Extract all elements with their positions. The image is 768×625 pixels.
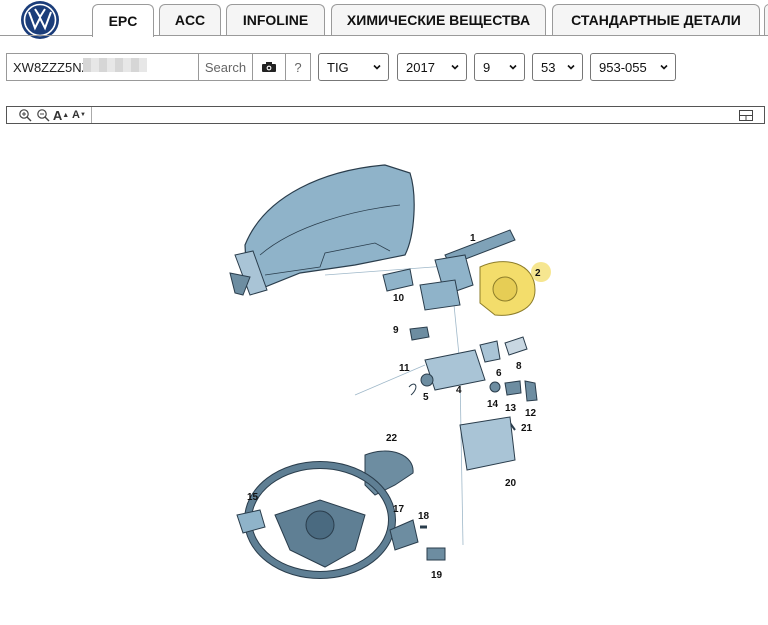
callout-20[interactable]: 20: [505, 478, 517, 489]
zoom-out-icon: [37, 109, 50, 122]
zoom-in-icon: [19, 109, 32, 122]
callout-21[interactable]: 21: [521, 423, 533, 434]
callout-17[interactable]: 17: [393, 504, 405, 515]
font-smaller-label: A: [72, 109, 80, 121]
callout-5[interactable]: 5: [423, 392, 429, 403]
model-select-value: TIG: [327, 59, 349, 75]
callout-10[interactable]: 10: [393, 293, 405, 304]
volkswagen-logo-icon[interactable]: [21, 1, 59, 39]
chevron-down-icon: [567, 64, 575, 70]
search-button[interactable]: Search: [198, 53, 253, 81]
zoom-out-button[interactable]: [35, 108, 51, 122]
chevron-down-icon: [509, 64, 517, 70]
font-smaller-button[interactable]: A ▼: [71, 108, 87, 122]
callout-4[interactable]: 4: [456, 385, 462, 396]
callout-19[interactable]: 19: [431, 570, 443, 581]
camera-icon: [262, 62, 276, 72]
tab-standard-parts[interactable]: СТАНДАРТНЫЕ ДЕТАЛИ: [552, 4, 760, 35]
toolbar-separator: [91, 107, 92, 123]
main-group-select-value: 9: [483, 59, 491, 75]
sub-group-select-value: 53: [541, 59, 556, 75]
callout-15[interactable]: 15: [247, 492, 259, 503]
steering-wheel: [244, 461, 396, 579]
parts-illustration: 1 2 4 5 6 8 9 10 11 12 13 14 15 17 18 19…: [205, 155, 575, 595]
tab-epc[interactable]: EPC: [92, 4, 154, 37]
illustration-select[interactable]: 953-055: [590, 53, 676, 81]
layout-toggle-button[interactable]: [738, 108, 754, 122]
callout-12[interactable]: 12: [525, 408, 537, 419]
font-larger-label: A: [52, 107, 63, 123]
callout-22[interactable]: 22: [386, 433, 398, 444]
chevron-down-icon: [373, 64, 381, 70]
tab-overflow[interactable]: [764, 4, 768, 35]
callout-9[interactable]: 9: [393, 325, 399, 336]
callout-8[interactable]: 8: [516, 361, 522, 372]
diagram-toolbar: A ▲ A ▼: [6, 106, 765, 124]
vehicle-filter-row: Search ? TIG 2017 9 53 953-055: [0, 52, 768, 82]
sub-group-select[interactable]: 53: [532, 53, 583, 81]
callout-18[interactable]: 18: [418, 511, 430, 522]
callout-11[interactable]: 11: [399, 363, 410, 374]
model-select[interactable]: TIG: [318, 53, 389, 81]
tab-infoline[interactable]: INFOLINE: [226, 4, 325, 35]
chevron-down-icon: [451, 64, 459, 70]
help-button[interactable]: ?: [285, 53, 311, 81]
callout-14[interactable]: 14: [487, 399, 499, 410]
main-group-select[interactable]: 9: [474, 53, 525, 81]
camera-button[interactable]: [252, 53, 286, 81]
illustration-select-value: 953-055: [599, 59, 647, 75]
callout-2[interactable]: 2: [535, 268, 541, 279]
tab-acc[interactable]: ACC: [159, 4, 221, 35]
dashboard-panel: [244, 164, 415, 288]
tab-chemicals[interactable]: ХИМИЧЕСКИЕ ВЕЩЕСТВА: [331, 4, 546, 35]
chevron-down-icon: [660, 64, 668, 70]
steering-trim-part-22: [364, 450, 414, 496]
zoom-in-button[interactable]: [17, 108, 33, 122]
callout-6[interactable]: 6: [496, 368, 502, 379]
steering-column-exploded-view: 1 2 4 5 6 8 9 10 11 12 13 14 15 17 18 19…: [229, 164, 551, 581]
year-select-value: 2017: [406, 59, 435, 75]
vin-redacted-mask: [83, 58, 147, 72]
year-select[interactable]: 2017: [397, 53, 467, 81]
font-larger-button[interactable]: A ▲: [52, 107, 69, 123]
clock-spring-part-2: [479, 261, 536, 316]
top-navigation: EPC ACC INFOLINE ХИМИЧЕСКИЕ ВЕЩЕСТВА СТА…: [0, 0, 768, 39]
layout-toggle-icon: [739, 109, 753, 121]
callout-1[interactable]: 1: [470, 233, 476, 244]
callout-13[interactable]: 13: [505, 403, 517, 414]
